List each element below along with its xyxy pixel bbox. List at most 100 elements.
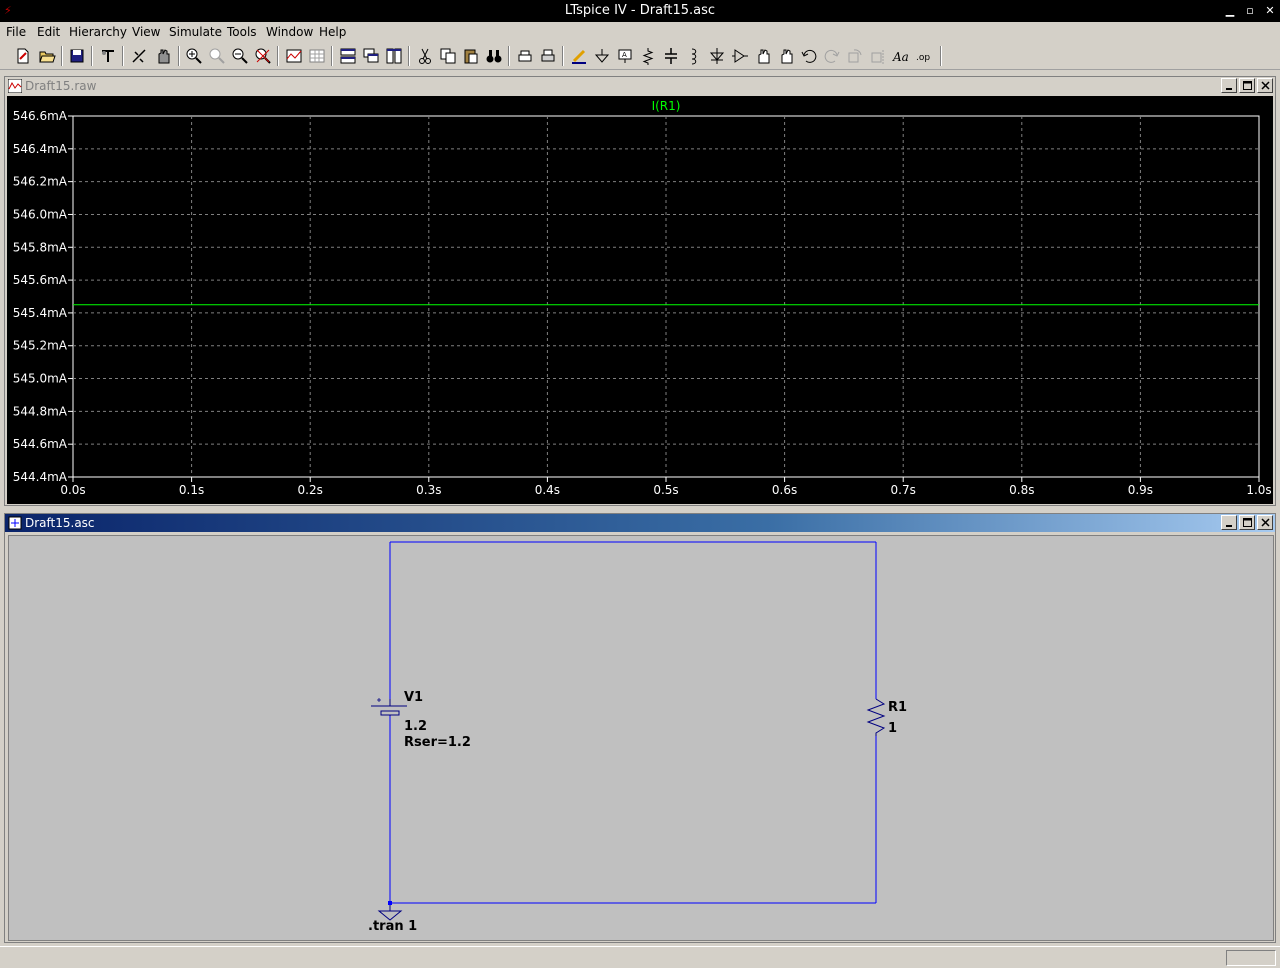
minimize-icon[interactable] [1221,78,1237,93]
y-tick-label: 544.4mA [13,470,68,484]
menu-help[interactable]: Help [319,25,346,39]
x-tick-label: 1.0s [1246,483,1271,497]
ground-symbol[interactable] [377,901,403,921]
spice-directive-icon[interactable]: .op [913,45,935,67]
svg-text:A: A [622,51,627,59]
menu-view[interactable]: View [132,25,160,39]
svg-text:Aa: Aa [892,50,909,64]
schematic-drawing [371,541,886,921]
x-tick-label: 0.7s [891,483,916,497]
resistor-r1[interactable] [866,698,886,736]
close-icon[interactable] [1257,515,1273,530]
draw-wire-icon[interactable] [568,45,590,67]
x-tick-label: 0.4s [535,483,560,497]
schematic-canvas[interactable]: V1 1.2 Rser=1.2 R1 1 .tran 1 [8,535,1274,941]
close-icon[interactable]: ✕ [1262,3,1278,19]
component-icon[interactable] [729,45,751,67]
maximize-icon[interactable] [1239,515,1255,530]
grid-icon[interactable] [306,45,328,67]
ground-icon[interactable] [591,45,613,67]
source-param-label[interactable]: Rser=1.2 [404,735,471,750]
save-icon[interactable] [66,45,88,67]
zoom-out-icon[interactable] [229,45,251,67]
paste-icon[interactable] [460,45,482,67]
schematic-window-title: Draft15.asc [25,516,95,530]
x-tick-label: 0.0s [60,483,85,497]
y-tick-label: 545.0mA [13,372,68,386]
zoom-fit-icon[interactable] [252,45,274,67]
waveform-window-title: Draft15.raw [25,79,97,93]
cascade-icon[interactable] [360,45,382,67]
zoom-in-icon[interactable] [183,45,205,67]
x-tick-label: 0.3s [416,483,441,497]
text-icon[interactable]: Aa [890,45,912,67]
y-tick-label: 546.4mA [13,142,68,156]
ltspice-app: ⚡ LTspice IV - Draft15.asc ▁ ▫ ✕ File Ed… [0,0,1280,968]
copy-icon[interactable] [437,45,459,67]
waveform-icon [8,79,22,93]
waveform-chart: 546.6mA 546.4mA 546.2mA 546.0mA 545.8mA 545.6… [13,99,1272,497]
status-bar [0,946,1280,968]
y-tick-label: 545.8mA [13,240,68,254]
open-icon[interactable] [36,45,58,67]
x-tick-label: 0.5s [653,483,678,497]
menu-simulate[interactable]: Simulate [169,25,222,39]
toolbar: A Aa .op [0,42,1280,70]
menu-file[interactable]: File [6,25,26,39]
close-icon[interactable] [1257,78,1273,93]
mirror-icon[interactable] [867,45,889,67]
diode-icon[interactable] [706,45,728,67]
minimize-icon[interactable]: ▁ [1222,3,1238,19]
resistor-value-label[interactable]: 1 [888,721,897,736]
zoom-pan-icon[interactable] [206,45,228,67]
waveform-plot-area[interactable]: 546.6mA 546.4mA 546.2mA 546.0mA 545.8mA 545.6… [7,96,1273,504]
menu-window[interactable]: Window [266,25,313,39]
y-tick-label: 545.6mA [13,273,68,287]
cut-icon[interactable] [414,45,436,67]
label-net-icon[interactable]: A [614,45,636,67]
schematic-window-titlebar[interactable]: Draft15.asc [5,514,1275,532]
waveform-window-titlebar[interactable]: Draft15.raw [5,77,1275,95]
drag-icon[interactable] [775,45,797,67]
x-tick-label: 0.9s [1128,483,1153,497]
x-tick-label: 0.1s [179,483,204,497]
waveform-window: Draft15.raw 546.6mA 546.4mA 546.2mA 546.0mA… [4,76,1276,506]
rotate-icon[interactable] [844,45,866,67]
tile-horizontal-icon[interactable] [337,45,359,67]
autorange-icon[interactable] [283,45,305,67]
menu-edit[interactable]: Edit [37,25,60,39]
menu-hierarchy[interactable]: Hierarchy [69,25,127,39]
resistor-icon[interactable] [637,45,659,67]
source-name-label[interactable]: V1 [404,690,423,705]
tile-vertical-icon[interactable] [383,45,405,67]
spice-directive-label[interactable]: .tran 1 [368,919,417,934]
voltage-source-v1[interactable] [371,698,407,716]
window-title: LTspice IV - Draft15.asc [564,3,716,18]
undo-icon[interactable] [798,45,820,67]
schematic-icon [8,516,22,530]
x-tick-label: 0.2s [298,483,323,497]
move-icon[interactable] [752,45,774,67]
print-icon[interactable] [537,45,559,67]
redo-icon[interactable] [821,45,843,67]
find-icon[interactable] [483,45,505,67]
y-tick-label: 545.2mA [13,339,68,353]
minimize-icon[interactable] [1221,515,1237,530]
new-schematic-icon[interactable] [12,45,34,67]
source-value-label[interactable]: 1.2 [404,719,427,734]
menu-tools[interactable]: Tools [227,25,257,39]
x-tick-label: 0.8s [1009,483,1034,497]
run-icon[interactable] [128,45,150,67]
resistor-name-label[interactable]: R1 [888,700,907,715]
capacitor-icon[interactable] [660,45,682,67]
trace-label: I(R1) [652,99,681,113]
y-tick-label: 544.6mA [13,437,68,451]
y-tick-label: 546.2mA [13,175,68,189]
control-panel-icon[interactable] [97,45,119,67]
halt-icon[interactable] [152,45,174,67]
inductor-icon[interactable] [683,45,705,67]
schematic-window: Draft15.asc V1 1.2 Rser=1.2 R1 1 .tran 1 [4,513,1276,943]
maximize-icon[interactable]: ▫ [1242,3,1258,19]
print-setup-icon[interactable] [514,45,536,67]
maximize-icon[interactable] [1239,78,1255,93]
